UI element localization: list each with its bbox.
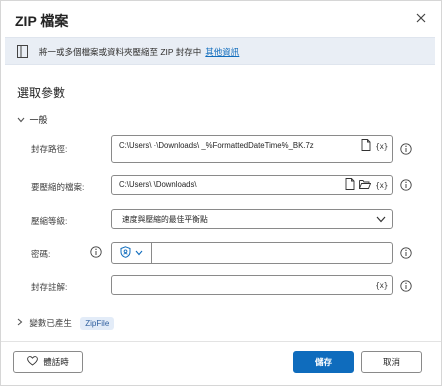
info-icon[interactable] [400,247,412,259]
chevron-right-icon [17,318,27,328]
file-icon[interactable] [361,139,371,153]
archive-path-field[interactable]: C:\Users\ ·\Downloads\ _%FormattedDateTi… [111,135,393,163]
password-field[interactable] [111,242,393,264]
variable-icon[interactable]: {x} [375,281,388,290]
feedback-button[interactable]: 體話時 [13,351,83,373]
section-title: 選取參數 [17,86,66,100]
compression-level-value: 速度與壓縮的最佳平衡點 [122,215,208,224]
heart-icon [27,356,39,368]
password-mode-selector[interactable] [112,243,152,263]
files-to-zip-icons: {x} [345,178,388,192]
info-icon[interactable] [400,143,412,155]
files-to-zip-value: C:\Users\ \Downloads\ [119,180,197,189]
dialog-title: ZIP 檔案 [15,13,69,29]
compression-level-dropdown[interactable]: 速度與壓縮的最佳平衡點 [111,209,393,229]
file-icon[interactable] [345,178,355,192]
general-group-label: 一般 [29,115,48,125]
variable-icon[interactable]: {x} [375,181,388,190]
banner-text: 將一或多個檔案或資料夾壓縮至 ZIP 封存中 其他資訊 [39,46,239,58]
close-icon[interactable] [413,10,429,26]
cancel-button[interactable]: 取消 [361,351,422,373]
archive-comment-field[interactable]: {x} [111,275,393,295]
archive-path-label: 封存路徑: [31,144,68,154]
variables-produced-label: 變數已產生 [29,318,72,328]
general-group-toggle[interactable]: 一般 [17,113,48,126]
zipfile-variable-badge[interactable]: ZipFile [80,317,115,330]
info-icon[interactable] [400,280,412,292]
compression-level-label: 壓縮等級: [31,216,68,226]
info-icon[interactable] [90,246,102,258]
files-to-zip-label: 要壓縮的檔案: [31,182,85,192]
variables-produced-toggle[interactable]: 變數已產生 ZipFile [17,317,115,330]
chevron-down-icon [17,116,27,125]
archive-path-value: C:\Users\ ·\Downloads\ _%FormattedDateTi… [119,141,314,150]
chevron-down-icon [135,248,143,258]
chevron-down-icon[interactable] [376,215,386,225]
info-icon[interactable] [400,179,412,191]
variable-icon[interactable]: {x} [375,142,388,151]
password-label: 密碼: [31,249,51,259]
files-to-zip-field[interactable]: C:\Users\ \Downloads\ {x} [111,175,393,195]
dialog-header: ZIP 檔案 [1,1,441,35]
info-banner-icon [17,45,28,58]
footer-divider [1,341,441,342]
save-button[interactable]: 儲存 [293,351,354,373]
compression-level-icons [376,214,386,226]
banner-description: 將一或多個檔案或資料夾壓縮至 ZIP 封存中 [39,47,202,57]
feedback-label: 體話時 [43,357,69,367]
zip-file-dialog: ZIP 檔案 將一或多個檔案或資料夾壓縮至 ZIP 封存中 其他資訊 選取參數 一… [0,0,442,386]
more-info-link[interactable]: 其他資訊 [205,47,239,57]
archive-comment-label: 封存註解: [31,282,68,292]
archive-comment-icons: {x} [375,279,388,291]
folder-open-icon[interactable] [359,179,372,192]
archive-path-icons: {x} [361,139,388,153]
shield-icon [120,246,131,260]
info-banner: 將一或多個檔案或資料夾壓縮至 ZIP 封存中 其他資訊 [5,37,435,65]
